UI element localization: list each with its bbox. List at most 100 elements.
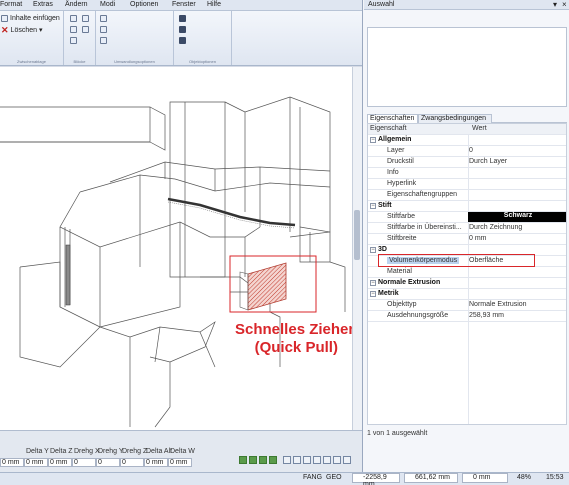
property-row[interactable]: Eigenschaftengruppen <box>368 190 566 201</box>
status-zoom[interactable]: 48% <box>517 474 531 481</box>
transform-rotate-icon[interactable] <box>100 26 107 33</box>
coord-input[interactable]: 0 mm <box>0 458 24 467</box>
property-grid-header: Eigenschaft Wert <box>368 124 566 135</box>
menu-extras[interactable]: Extras <box>33 1 53 8</box>
property-row[interactable]: Volumenkörpermodus Oberfläche <box>368 254 566 267</box>
block-insert-icon[interactable] <box>70 15 77 22</box>
menu-optionen[interactable]: Optionen <box>130 1 158 8</box>
coord-input[interactable]: 0 mm <box>168 458 192 467</box>
group-label-transform: Umwandlungsoptionen <box>114 59 155 64</box>
menu-fenster[interactable]: Fenster <box>172 1 196 8</box>
status-y-coordinate: 661,62 mm <box>404 473 458 483</box>
snap-endpoint-icon[interactable] <box>239 456 247 464</box>
status-z-coordinate: 0 mm <box>462 473 508 483</box>
property-grid: Eigenschaft Wert − Allgemein Layer 0 Druckst… <box>367 123 567 425</box>
property-row[interactable]: Info <box>368 168 566 179</box>
property-row[interactable]: Ausdehnungsgröße 258,93 mm <box>368 311 566 322</box>
property-row[interactable]: Stiftbreite 0 mm <box>368 234 566 245</box>
object-order-back-icon[interactable] <box>179 26 186 33</box>
quick-pull-face[interactable] <box>247 262 287 311</box>
snap-polar-icon[interactable] <box>333 456 341 464</box>
property-row[interactable]: Stiftfarbe Schwarz <box>368 212 566 223</box>
delete-button[interactable]: ✕ Löschen ▾ <box>1 26 43 35</box>
property-value[interactable]: 0 <box>469 147 473 154</box>
menu-format[interactable]: Format <box>0 1 22 8</box>
panel-tabs: Eigenschaften Zwangsbedingungen <box>367 114 567 123</box>
property-value[interactable]: Normale Extrusion <box>469 301 527 308</box>
property-row[interactable]: Stiftfarbe in Übereinsti... Durch Zeichnu… <box>368 223 566 234</box>
transform-scale-icon[interactable] <box>100 37 107 44</box>
property-name: Druckstil <box>387 158 414 165</box>
snap-perpendicular-icon[interactable] <box>293 456 301 464</box>
collapse-icon[interactable]: − <box>370 247 376 253</box>
canvas-scroll-thumb[interactable] <box>354 210 360 260</box>
menu-aendern[interactable]: Ändern <box>65 1 88 8</box>
property-value[interactable]: Durch Zeichnung <box>469 224 522 231</box>
paste-special-button[interactable]: Inhalte einfügen <box>1 15 60 22</box>
block-explode-icon[interactable] <box>82 26 89 33</box>
block-edit-icon[interactable] <box>70 26 77 33</box>
chevron-down-icon: ▾ <box>39 27 43 34</box>
property-name: Eigenschaftengruppen <box>387 191 458 198</box>
collapse-icon[interactable]: − <box>370 291 376 297</box>
snap-quadrant-icon[interactable] <box>313 456 321 464</box>
collapse-icon[interactable]: − <box>370 280 376 286</box>
block-create-icon[interactable] <box>82 15 89 22</box>
status-geo[interactable]: GEO <box>326 474 342 481</box>
property-row[interactable]: Druckstil Durch Layer <box>368 157 566 168</box>
snap-intersection-icon[interactable] <box>269 456 277 464</box>
property-value[interactable]: Durch Layer <box>469 158 507 165</box>
snap-center-icon[interactable] <box>259 456 267 464</box>
tab-eigenschaften[interactable]: Eigenschaften <box>367 114 418 123</box>
property-category[interactable]: − Metrik <box>368 289 566 300</box>
object-order-front-icon[interactable] <box>179 15 186 22</box>
tab-zwangsbedingungen[interactable]: Zwangsbedingungen <box>418 114 492 123</box>
property-value[interactable]: 258,93 mm <box>469 312 504 319</box>
coord-input[interactable]: 0 <box>120 458 144 467</box>
object-group-icon[interactable] <box>179 37 186 44</box>
coord-input[interactable]: 0 mm <box>48 458 72 467</box>
property-row[interactable]: Layer 0 <box>368 146 566 157</box>
property-row[interactable]: Hyperlink <box>368 179 566 190</box>
property-category[interactable]: − Normale Extrusion <box>368 278 566 289</box>
property-category[interactable]: − Allgemein <box>368 135 566 146</box>
coord-input[interactable]: 0 mm <box>144 458 168 467</box>
menu-bar: Format Extras Ändern Modi Optionen Fenst… <box>0 0 362 11</box>
coord-input[interactable]: 0 mm <box>24 458 48 467</box>
snap-tangent-icon[interactable] <box>303 456 311 464</box>
menu-modi[interactable]: Modi <box>100 1 115 8</box>
wireframe-model <box>0 96 346 428</box>
property-row[interactable]: Material <box>368 267 566 278</box>
property-value[interactable]: 0 mm <box>469 235 487 242</box>
coord-input[interactable]: 0 <box>72 458 96 467</box>
status-time: 15:53 <box>546 474 564 481</box>
transform-move-icon[interactable] <box>100 15 107 22</box>
property-name: Stiftbreite <box>387 235 417 242</box>
snap-nearest-icon[interactable] <box>283 456 291 464</box>
drawing-canvas[interactable] <box>0 67 352 430</box>
coord-header: Delta Alt <box>146 448 173 455</box>
property-name: Ausdehnungsgröße <box>387 312 449 319</box>
group-blocks: Blöcke <box>64 11 96 65</box>
property-name: Info <box>387 169 399 176</box>
property-row[interactable]: Objekttyp Normale Extrusion <box>368 300 566 311</box>
coord-input[interactable]: 0 <box>96 458 120 467</box>
snap-midpoint-icon[interactable] <box>249 456 257 464</box>
status-snap[interactable]: FANG <box>303 474 322 481</box>
panel-titlebar: Auswahl ▾ × <box>364 0 569 10</box>
snap-ortho-icon[interactable] <box>343 456 351 464</box>
menu-hilfe[interactable]: Hilfe <box>207 1 221 8</box>
panel-close-icon[interactable]: × <box>562 0 567 9</box>
property-name: Layer <box>387 147 405 154</box>
selection-count: 1 von 1 ausgewählt <box>367 430 428 437</box>
block-attribute-icon[interactable] <box>70 37 77 44</box>
property-name: Stiftfarbe <box>387 213 416 220</box>
panel-pin-icon[interactable]: ▾ <box>553 0 557 9</box>
snap-grid-icon[interactable] <box>323 456 331 464</box>
collapse-icon[interactable]: − <box>370 203 376 209</box>
collapse-icon[interactable]: − <box>370 137 376 143</box>
property-category[interactable]: − Stift <box>368 201 566 212</box>
property-value[interactable]: Schwarz <box>468 212 566 222</box>
coord-header: Drehg Z <box>122 448 148 455</box>
group-label-clipboard: Zwischenablage <box>17 59 46 64</box>
